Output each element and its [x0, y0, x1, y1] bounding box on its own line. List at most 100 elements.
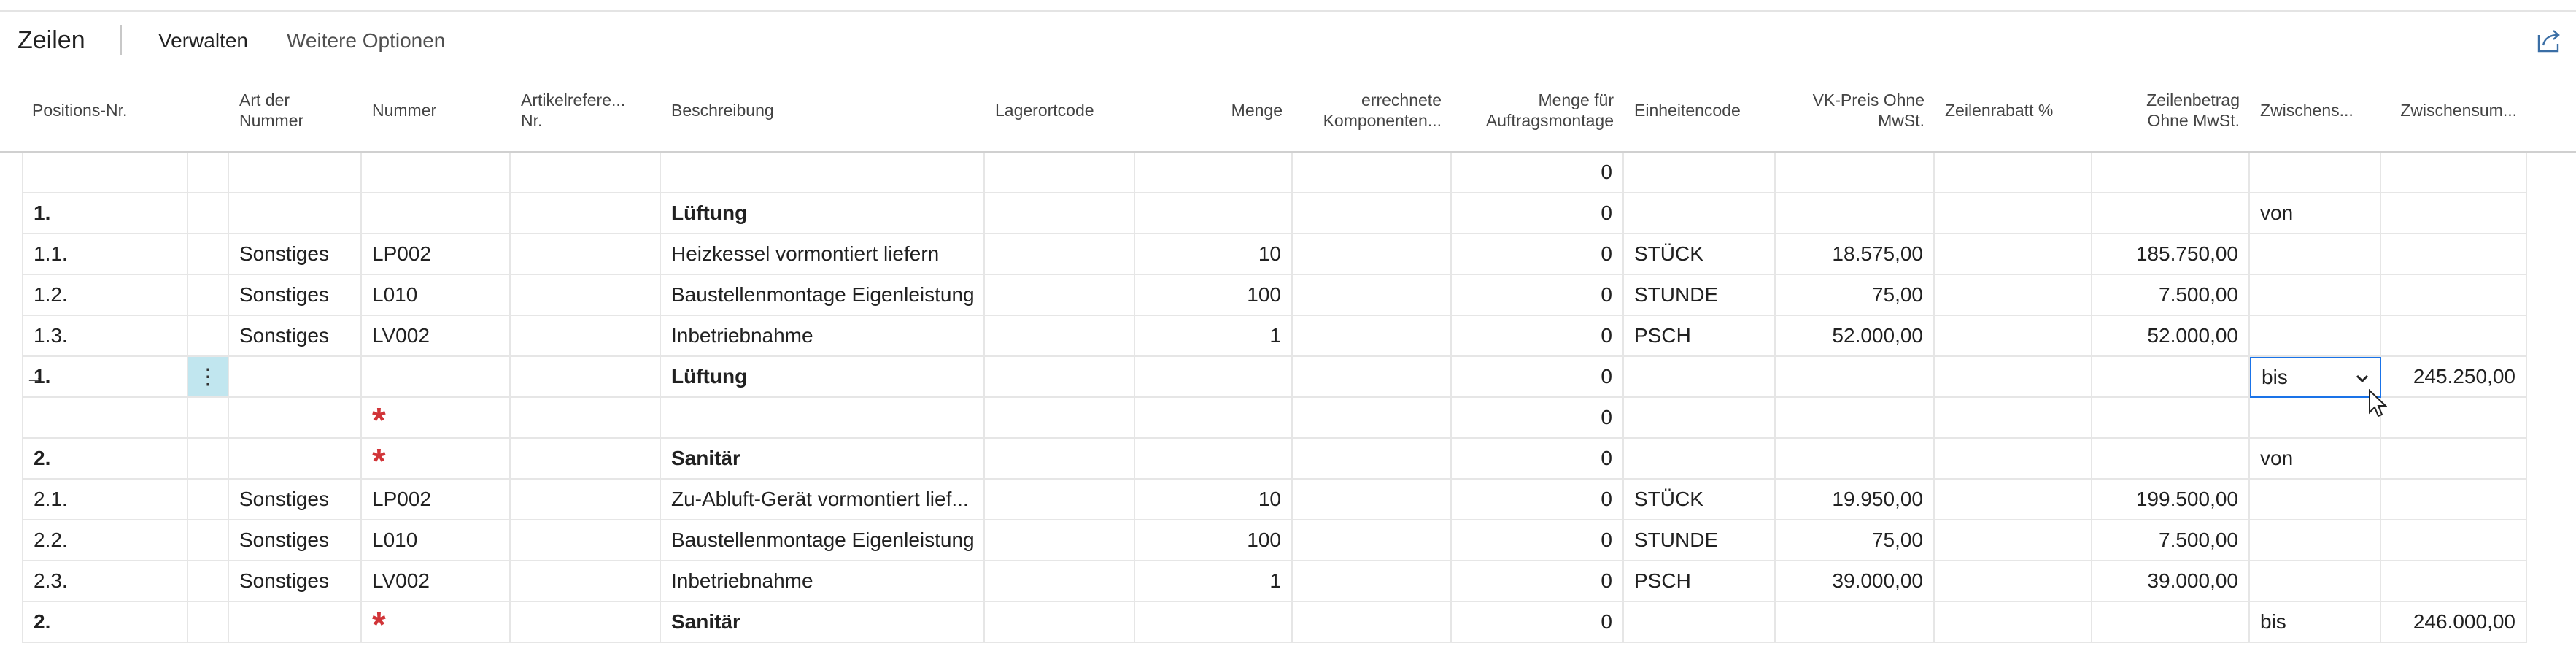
montage-cell[interactable]: 0: [1452, 357, 1624, 398]
menge-cell[interactable]: 10: [1135, 234, 1293, 275]
table-row[interactable]: → 1. ⋮ Lüftung 0 bis 245.250,00: [0, 357, 2576, 398]
betrag-cell[interactable]: [2092, 439, 2250, 480]
empty-cell[interactable]: [511, 480, 661, 520]
beschreibung-cell[interactable]: Heizkessel vormontiert liefern: [661, 234, 985, 275]
menge-cell[interactable]: [1135, 439, 1293, 480]
preis-cell[interactable]: [1776, 602, 1935, 643]
column-header-13[interactable]: Zeilenbetrag Ohne MwSt.: [2092, 69, 2250, 151]
montage-cell[interactable]: 0: [1452, 439, 1624, 480]
empty-cell[interactable]: [511, 153, 661, 193]
betrag-cell[interactable]: 199.500,00: [2092, 480, 2250, 520]
column-header-7[interactable]: Menge: [1135, 69, 1293, 151]
pos-cell[interactable]: 2.3.: [22, 561, 188, 602]
menge-cell[interactable]: [1135, 357, 1293, 398]
preis-cell[interactable]: 75,00: [1776, 520, 1935, 561]
montage-cell[interactable]: 0: [1452, 398, 1624, 439]
montage-cell[interactable]: 0: [1452, 316, 1624, 357]
empty-cell[interactable]: [511, 234, 661, 275]
empty-cell[interactable]: [1935, 357, 2092, 398]
empty-cell[interactable]: [511, 316, 661, 357]
nummer-cell[interactable]: *: [362, 439, 511, 480]
einheit-cell[interactable]: STÜCK: [1624, 234, 1776, 275]
nummer-cell[interactable]: [362, 357, 511, 398]
zwsum-cell[interactable]: 246.000,00: [2381, 602, 2527, 643]
pos-cell[interactable]: 2.1.: [22, 480, 188, 520]
art-cell[interactable]: [229, 153, 362, 193]
montage-cell[interactable]: 0: [1452, 480, 1624, 520]
betrag-cell[interactable]: 7.500,00: [2092, 520, 2250, 561]
menge-cell[interactable]: [1135, 193, 1293, 234]
zwsum-cell[interactable]: [2381, 561, 2527, 602]
table-row[interactable]: 2.1. Sonstiges LP002 Zu-Abluft-Gerät vormon…: [0, 480, 2576, 520]
empty-cell[interactable]: [511, 398, 661, 439]
empty-cell[interactable]: [1293, 561, 1452, 602]
montage-cell[interactable]: 0: [1452, 561, 1624, 602]
montage-cell[interactable]: 0: [1452, 153, 1624, 193]
empty-cell[interactable]: [1293, 234, 1452, 275]
pos-cell[interactable]: 2.2.: [22, 520, 188, 561]
subtotal-type-select[interactable]: bis: [2250, 357, 2381, 398]
empty-cell[interactable]: [985, 193, 1135, 234]
einheit-cell[interactable]: [1624, 439, 1776, 480]
empty-cell[interactable]: [1935, 480, 2092, 520]
empty-cell[interactable]: [985, 398, 1135, 439]
row-marker-cell[interactable]: [188, 602, 229, 643]
row-marker-cell[interactable]: [188, 193, 229, 234]
einheit-cell[interactable]: [1624, 357, 1776, 398]
preis-cell[interactable]: [1776, 153, 1935, 193]
column-header-5[interactable]: Beschreibung: [661, 69, 985, 151]
beschreibung-cell[interactable]: Lüftung: [661, 193, 985, 234]
empty-cell[interactable]: [1293, 480, 1452, 520]
pos-cell[interactable]: 2.: [22, 439, 188, 480]
empty-cell[interactable]: [511, 602, 661, 643]
menge-cell[interactable]: 1: [1135, 561, 1293, 602]
art-cell[interactable]: Sonstiges: [229, 275, 362, 316]
preis-cell[interactable]: 75,00: [1776, 275, 1935, 316]
art-cell[interactable]: [229, 398, 362, 439]
row-marker-cell[interactable]: [188, 153, 229, 193]
column-header-10[interactable]: Einheitencode: [1624, 69, 1776, 151]
empty-cell[interactable]: [1935, 193, 2092, 234]
row-marker-cell[interactable]: [188, 480, 229, 520]
pos-cell[interactable]: [22, 398, 188, 439]
nummer-cell[interactable]: [362, 193, 511, 234]
betrag-cell[interactable]: 39.000,00: [2092, 561, 2250, 602]
pos-cell[interactable]: 1.: [22, 357, 188, 398]
montage-cell[interactable]: 0: [1452, 234, 1624, 275]
table-row[interactable]: 2. * Sanitär 0 bis 246.000,00: [0, 602, 2576, 643]
table-row[interactable]: 0: [0, 153, 2576, 193]
empty-cell[interactable]: [985, 561, 1135, 602]
empty-cell[interactable]: [1935, 316, 2092, 357]
empty-cell[interactable]: [511, 439, 661, 480]
empty-cell[interactable]: [985, 275, 1135, 316]
menge-cell[interactable]: 100: [1135, 520, 1293, 561]
zwsum-cell[interactable]: [2381, 439, 2527, 480]
zw-cell[interactable]: [2250, 480, 2381, 520]
empty-cell[interactable]: [1293, 602, 1452, 643]
betrag-cell[interactable]: [2092, 193, 2250, 234]
manage-action[interactable]: Verwalten: [158, 29, 248, 53]
empty-cell[interactable]: [1293, 439, 1452, 480]
table-row[interactable]: 2. * Sanitär 0 von: [0, 439, 2576, 480]
einheit-cell[interactable]: PSCH: [1624, 561, 1776, 602]
empty-cell[interactable]: [985, 602, 1135, 643]
empty-cell[interactable]: [1935, 602, 2092, 643]
column-header-11[interactable]: VK-Preis Ohne MwSt.: [1776, 69, 1935, 151]
row-marker-cell[interactable]: [188, 398, 229, 439]
zwsum-cell[interactable]: [2381, 520, 2527, 561]
row-marker-cell[interactable]: [188, 316, 229, 357]
column-header-6[interactable]: Lagerortcode: [985, 69, 1135, 151]
empty-cell[interactable]: [985, 357, 1135, 398]
nummer-cell[interactable]: *: [362, 398, 511, 439]
beschreibung-cell[interactable]: Inbetriebnahme: [661, 561, 985, 602]
einheit-cell[interactable]: [1624, 193, 1776, 234]
nummer-cell[interactable]: LV002: [362, 316, 511, 357]
row-marker-cell[interactable]: [188, 275, 229, 316]
menge-cell[interactable]: [1135, 398, 1293, 439]
table-row[interactable]: 1.2. Sonstiges L010 Baustellenmontage Eigen…: [0, 275, 2576, 316]
zw-cell[interactable]: von: [2250, 439, 2381, 480]
preis-cell[interactable]: 39.000,00: [1776, 561, 1935, 602]
art-cell[interactable]: Sonstiges: [229, 561, 362, 602]
einheit-cell[interactable]: PSCH: [1624, 316, 1776, 357]
beschreibung-cell[interactable]: Baustellenmontage Eigenleistung: [661, 520, 985, 561]
